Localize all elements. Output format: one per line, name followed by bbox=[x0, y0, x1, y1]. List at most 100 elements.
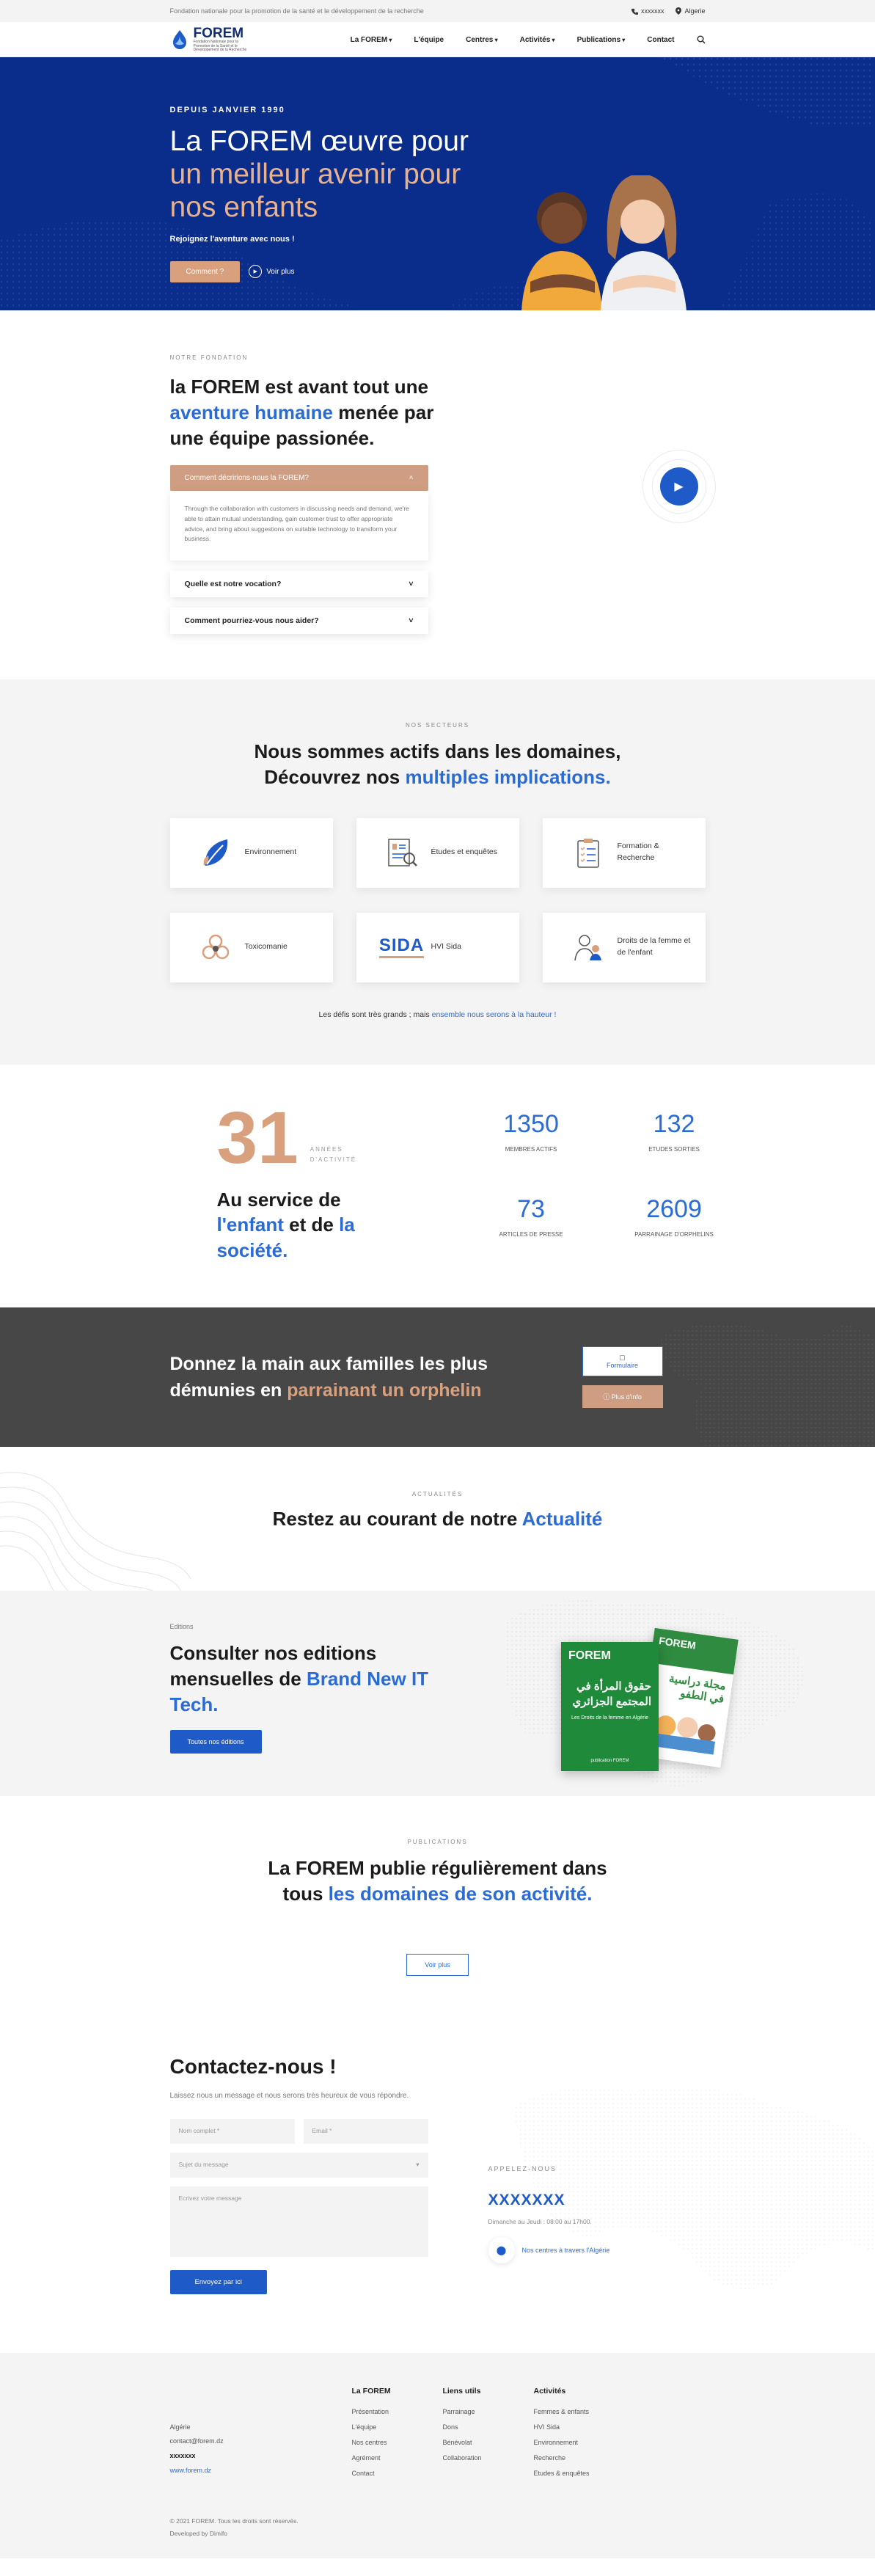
footer-link[interactable]: Environnement bbox=[534, 2435, 625, 2451]
plus-info-button[interactable]: ⓘ Plus d'info bbox=[582, 1385, 663, 1408]
secteurs-title: Nous sommes actifs dans les domaines, Déc… bbox=[254, 740, 621, 788]
centres-link[interactable]: ⬤ Nos centres à travers l'Algérie bbox=[488, 2236, 609, 2263]
all-editions-button[interactable]: Toutes nos éditions bbox=[169, 1730, 262, 1754]
footer-phone[interactable]: xxxxxxx bbox=[170, 2449, 352, 2464]
brand-subtitle: Fondation Nationale pour la Promotion de… bbox=[193, 40, 247, 53]
stat-parrainage: 2609 PARRAINAGE D'ORPHELINS bbox=[634, 1195, 714, 1238]
nav-item-contact[interactable]: Contact bbox=[647, 36, 674, 44]
parrainage-title: Donnez la main aux familles les plus dému… bbox=[169, 1353, 488, 1401]
publications-more-button[interactable]: Voir plus bbox=[406, 1953, 469, 1976]
footer-link[interactable]: Collaboration bbox=[443, 2451, 534, 2466]
footer-link[interactable]: Agrément bbox=[352, 2451, 443, 2466]
editions-section: Editions Consulter nos editions mensuell… bbox=[0, 1591, 875, 1796]
fondation-section: NOTRE FONDATION la FOREM est avant tout … bbox=[0, 310, 875, 679]
sector-card-droits[interactable]: Droits de la femme et de l'enfant bbox=[542, 912, 706, 982]
name-field[interactable]: Nom complet * bbox=[169, 2118, 295, 2144]
footer-col-forem: La FOREM Présentation L'équipe Nos centr… bbox=[352, 2387, 443, 2482]
pin-icon bbox=[676, 7, 682, 15]
contact-phone[interactable]: XXXXXXX bbox=[488, 2192, 610, 2209]
footer-link[interactable]: Dons bbox=[443, 2420, 534, 2435]
nav-item-publications[interactable]: Publications bbox=[577, 36, 626, 44]
send-button[interactable]: Envoyez par ici bbox=[169, 2269, 267, 2294]
secteurs-grid: Environnement Études et enquêtes Formati… bbox=[169, 817, 706, 982]
nav-item-centres[interactable]: Centres bbox=[466, 36, 498, 44]
topbar-location[interactable]: Algerie bbox=[676, 7, 706, 15]
faq-item-open[interactable]: Comment décririons-nous la FOREM? ˄ bbox=[169, 465, 428, 492]
stat-etudes: 132 ETUDES SORTIES bbox=[648, 1109, 700, 1153]
main-nav: FOREM Fondation Nationale pour la Promot… bbox=[0, 22, 875, 57]
hero-cta-button[interactable]: Comment ? bbox=[169, 260, 241, 282]
topbar-phone[interactable]: xxxxxxx bbox=[631, 7, 664, 15]
sector-card-environnement[interactable]: Environnement bbox=[169, 817, 333, 888]
actualite-section: ACTUALITÉS Restez au courant de notre Ac… bbox=[0, 1447, 875, 1591]
editions-title: Consulter nos editions mensuelles de Bra… bbox=[169, 1642, 429, 1715]
faq-item-aider[interactable]: Comment pourriez-vous nous aider? ˅ bbox=[169, 607, 428, 634]
fondation-title: la FOREM est avant tout une aventure hum… bbox=[169, 376, 434, 449]
contact-info: APPELEZ-NOUS XXXXXXX Dimanche au Jeudi :… bbox=[488, 2164, 610, 2263]
fondation-kicker: NOTRE FONDATION bbox=[169, 354, 249, 361]
chevron-down-icon: ▾ bbox=[416, 2160, 420, 2168]
faq-item-vocation[interactable]: Quelle est notre vocation? ˅ bbox=[169, 570, 428, 597]
footer-col-activites: Activités Femmes & enfants HVI Sida Envi… bbox=[534, 2387, 625, 2482]
forem-logo-icon bbox=[172, 30, 186, 49]
sector-card-etudes[interactable]: Études et enquêtes bbox=[356, 817, 519, 888]
chevron-down-icon: ˅ bbox=[409, 616, 414, 625]
brand-name: FOREM bbox=[193, 26, 244, 42]
hero: DEPUIS JANVIER 1990 La FOREM œuvre pour … bbox=[0, 57, 875, 310]
book-cover-1[interactable]: FOREM حقوق المرأة في المجتمع الجزائري Le… bbox=[561, 1642, 659, 1771]
footer-link[interactable]: HVI Sida bbox=[534, 2420, 625, 2435]
stats-title: Au service de l'enfant et de la société. bbox=[216, 1188, 355, 1262]
sector-card-sida[interactable]: SIDA HVI Sida bbox=[356, 912, 519, 982]
publications-kicker: PUBLICATIONS bbox=[407, 1839, 468, 1845]
contact-form: Nom complet * Email * Sujet du message ▾ … bbox=[169, 2118, 428, 2294]
footer-link[interactable]: Contact bbox=[352, 2466, 443, 2481]
actualite-kicker: ACTUALITÉS bbox=[411, 1491, 464, 1497]
video-play-button[interactable]: ▶ bbox=[642, 450, 716, 523]
footer-link[interactable]: L'équipe bbox=[352, 2420, 443, 2435]
nav-menu: La FOREM L'équipe Centres Activités Publ… bbox=[351, 35, 706, 44]
contact-title: Contactez-nous ! bbox=[169, 2054, 337, 2078]
nav-item-la-forem[interactable]: La FOREM bbox=[351, 36, 392, 44]
nav-item-activites[interactable]: Activités bbox=[520, 36, 555, 44]
footer-link[interactable]: Recherche bbox=[534, 2451, 625, 2466]
logo[interactable]: FOREM Fondation Nationale pour la Promot… bbox=[170, 26, 252, 53]
hero-video-link[interactable]: ▶ Voir plus bbox=[249, 265, 295, 279]
formulaire-button[interactable]: ▢ Formulaire bbox=[582, 1346, 663, 1376]
developer-credit[interactable]: Developed by Dimifo bbox=[170, 2528, 706, 2539]
sector-card-formation[interactable]: Formation & Recherche bbox=[542, 817, 706, 888]
page: Fondation nationale pour la promotion de… bbox=[0, 0, 875, 2558]
footer-email[interactable]: contact@forem.dz bbox=[170, 2434, 352, 2449]
report-icon bbox=[387, 839, 417, 866]
call-kicker: APPELEZ-NOUS bbox=[488, 2164, 557, 2172]
footer-link[interactable]: Femmes & enfants bbox=[534, 2404, 625, 2420]
faq-accordion: Comment décririons-nous la FOREM? ˄ Throu… bbox=[169, 465, 428, 634]
email-field[interactable]: Email * bbox=[303, 2118, 428, 2144]
nav-item-equipe[interactable]: L'équipe bbox=[414, 36, 444, 44]
wave-lines-decoration bbox=[0, 1472, 191, 1591]
sector-card-toxicomanie[interactable]: Toxicomanie bbox=[169, 912, 333, 982]
play-icon: ▶ bbox=[659, 467, 698, 506]
hero-children-image bbox=[521, 175, 687, 310]
search-icon[interactable] bbox=[697, 35, 706, 44]
chevron-up-icon: ˄ bbox=[409, 474, 414, 483]
stat-articles: 73 ARTICLES DE PRESSE bbox=[499, 1195, 563, 1238]
play-icon: ▶ bbox=[249, 265, 263, 279]
footer-link[interactable]: Nos centres bbox=[352, 2435, 443, 2451]
footer-col-liens: Liens utils Parrainage Dons Bénévolat Co… bbox=[443, 2387, 534, 2482]
leaf-icon bbox=[203, 839, 227, 866]
message-field[interactable]: Ecrivez votre message bbox=[169, 2186, 428, 2257]
secteurs-section: NOS SECTEURS Nous sommes actifs dans les… bbox=[0, 679, 875, 1065]
years-counter: 31 ANNÉES D'ACTIVITÉ bbox=[216, 1096, 357, 1179]
actualite-title: Restez au courant de notre Actualité bbox=[272, 1508, 603, 1530]
stats-section: 31 ANNÉES D'ACTIVITÉ Au service de l'enfa… bbox=[0, 1065, 875, 1307]
footer-link[interactable]: Présentation bbox=[352, 2404, 443, 2420]
subject-select[interactable]: Sujet du message ▾ bbox=[169, 2152, 428, 2178]
secteurs-note: Les défis sont très grands ; mais ensemb… bbox=[318, 1010, 557, 1019]
footer-link[interactable]: Parrainage bbox=[443, 2404, 534, 2420]
chevron-down-icon: ˅ bbox=[409, 579, 414, 588]
footer-link[interactable]: Etudes & enquêtes bbox=[534, 2466, 625, 2481]
footer-site[interactable]: www.forem.dz bbox=[170, 2464, 352, 2478]
publications-title: La FOREM publie régulièrement dans tous l… bbox=[268, 1857, 607, 1905]
footer-link[interactable]: Bénévolat bbox=[443, 2435, 534, 2451]
biohazard-icon bbox=[202, 934, 229, 960]
